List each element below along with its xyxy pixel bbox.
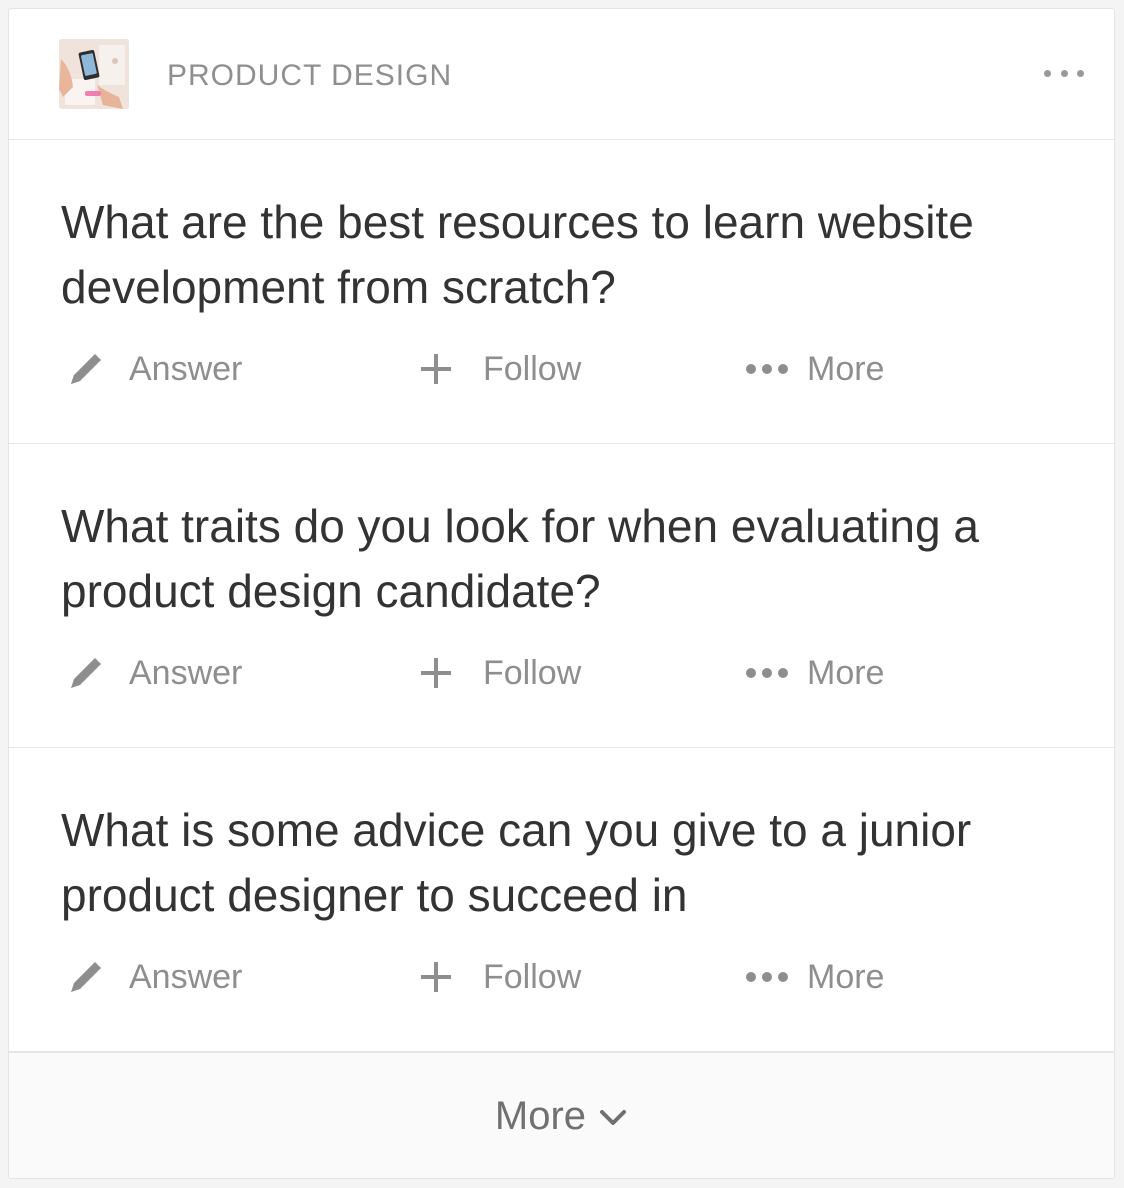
follow-label: Follow xyxy=(483,654,582,692)
answer-label: Answer xyxy=(129,654,243,692)
question-title[interactable]: What are the best resources to learn web… xyxy=(61,190,1021,320)
question-item: What is some advice can you give to a ju… xyxy=(9,748,1114,1052)
chevron-down-icon xyxy=(598,1106,628,1128)
more-label: More xyxy=(807,350,885,388)
question-title[interactable]: What is some advice can you give to a ju… xyxy=(61,798,1021,928)
question-item: What traits do you look for when evaluat… xyxy=(9,444,1114,748)
plus-icon xyxy=(419,656,453,690)
ellipsis-icon xyxy=(745,666,789,680)
question-actions: Answer Follow More xyxy=(61,346,961,392)
more-options-button[interactable]: More xyxy=(745,954,884,1000)
follow-button[interactable]: Follow xyxy=(419,954,581,1000)
pencil-icon xyxy=(65,956,107,998)
answer-label: Answer xyxy=(129,958,243,996)
pencil-icon xyxy=(65,652,107,694)
question-item: What are the best resources to learn web… xyxy=(9,140,1114,444)
question-actions: Answer Follow More xyxy=(61,954,961,1000)
follow-label: Follow xyxy=(483,958,582,996)
follow-label: Follow xyxy=(483,350,582,388)
topic-card: PRODUCT DESIGN What are the best resourc… xyxy=(8,8,1115,1179)
answer-button[interactable]: Answer xyxy=(65,650,242,696)
plus-icon xyxy=(419,960,453,994)
pencil-icon xyxy=(65,348,107,390)
more-options-button[interactable]: More xyxy=(745,650,884,696)
show-more-label: More xyxy=(494,1094,587,1138)
follow-button[interactable]: Follow xyxy=(419,346,581,392)
topic-thumbnail[interactable] xyxy=(59,39,129,109)
question-title[interactable]: What traits do you look for when evaluat… xyxy=(61,494,1021,624)
ellipsis-icon xyxy=(745,362,789,376)
card-header: PRODUCT DESIGN xyxy=(9,9,1114,140)
ellipsis-icon xyxy=(745,970,789,984)
follow-button[interactable]: Follow xyxy=(419,650,581,696)
plus-icon xyxy=(419,352,453,386)
answer-button[interactable]: Answer xyxy=(65,346,242,392)
more-label: More xyxy=(807,958,885,996)
question-actions: Answer Follow More xyxy=(61,650,961,696)
show-more-button[interactable]: More xyxy=(9,1052,1114,1178)
more-label: More xyxy=(807,654,885,692)
answer-button[interactable]: Answer xyxy=(65,954,242,1000)
topic-title[interactable]: PRODUCT DESIGN xyxy=(167,56,452,96)
ellipsis-icon[interactable] xyxy=(1044,61,1084,85)
more-options-button[interactable]: More xyxy=(745,346,884,392)
answer-label: Answer xyxy=(129,350,243,388)
